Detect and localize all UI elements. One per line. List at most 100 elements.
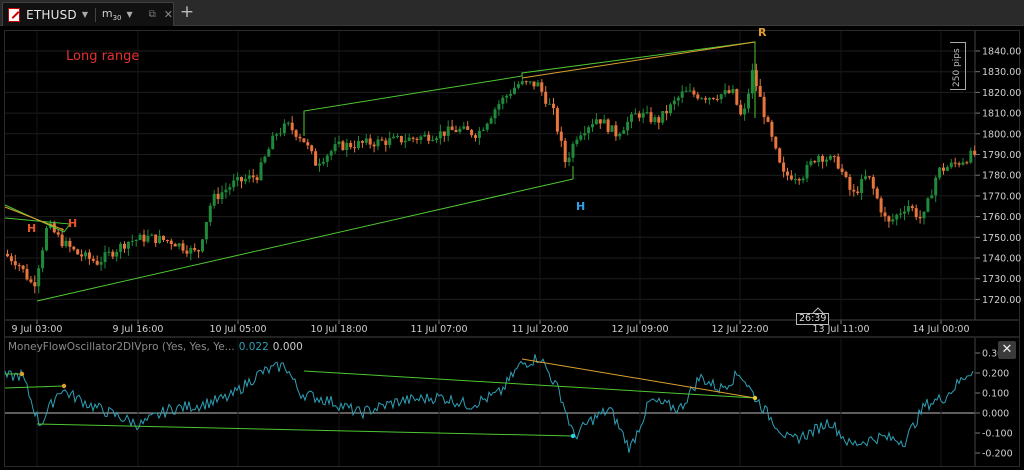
- candle-body: [688, 90, 692, 92]
- candle-body: [949, 162, 953, 168]
- candle-body: [204, 222, 208, 240]
- candle-body: [376, 139, 380, 147]
- time-label: 13 Jul 11:00: [813, 324, 870, 335]
- candle-body: [743, 108, 747, 115]
- candle-body: [692, 90, 696, 95]
- candle-body: [396, 136, 399, 138]
- candle-body: [953, 162, 957, 164]
- candle-body: [60, 234, 64, 247]
- candle-body: [614, 125, 618, 137]
- candle-body: [318, 163, 321, 166]
- candle-body: [477, 130, 481, 138]
- price-label: 1800.00: [982, 129, 1021, 140]
- candle-body: [454, 130, 458, 132]
- candle-body: [630, 114, 633, 122]
- candle-body: [770, 121, 774, 137]
- candle-body: [942, 167, 945, 171]
- candle-body: [801, 178, 805, 181]
- candle-body: [493, 109, 497, 119]
- osc-label: 0.200: [982, 369, 1009, 380]
- candle-body: [423, 134, 427, 137]
- candle-body: [700, 98, 704, 100]
- marker-h-3: H: [576, 200, 586, 213]
- candle-body: [645, 112, 649, 114]
- candle-body: [957, 163, 961, 165]
- candle-body: [965, 162, 969, 164]
- chart-canvas[interactable]: 1840.00 1830.00 1820.00 1810.00 1800.00 1790.…: [0, 0, 1024, 470]
- candle-body: [138, 234, 142, 240]
- trendline-resistance: [303, 41, 756, 136]
- candle-body: [934, 177, 938, 196]
- time-label: 11 Jul 20:00: [512, 324, 569, 335]
- candle-body: [723, 90, 727, 95]
- candle-body: [165, 239, 169, 241]
- candle-body: [364, 138, 368, 143]
- candle-body: [832, 155, 836, 157]
- candle-body: [95, 260, 99, 265]
- candle-body: [918, 217, 922, 219]
- candle-body: [302, 138, 306, 143]
- osc-label: -0.100: [982, 429, 1013, 440]
- candle-body: [130, 240, 134, 242]
- candle-body: [357, 141, 360, 148]
- candle-body: [177, 243, 181, 247]
- candle-body: [715, 98, 719, 100]
- candle-body: [669, 104, 672, 114]
- candle-body: [657, 117, 661, 123]
- candle-body: [126, 241, 130, 249]
- candle-body: [247, 175, 251, 179]
- candle-body: [653, 117, 657, 123]
- candle-body: [618, 133, 622, 137]
- candle-body: [286, 122, 290, 124]
- candle-body: [41, 250, 45, 269]
- candle-body: [825, 159, 828, 162]
- candle-body: [626, 121, 630, 131]
- candle-body: [197, 250, 201, 252]
- candle-body: [325, 155, 329, 162]
- candle-body: [559, 131, 563, 141]
- close-indicator-button[interactable]: ✕: [998, 341, 1016, 359]
- candle-body: [458, 128, 462, 132]
- candle-body: [99, 262, 103, 265]
- candle-body: [438, 131, 442, 139]
- candle-body: [528, 81, 532, 83]
- candle-body: [353, 147, 357, 149]
- candle-body: [134, 239, 138, 241]
- marker-r: R: [758, 26, 767, 39]
- candle-body: [435, 138, 438, 140]
- candle-body: [637, 113, 641, 118]
- candle-body: [216, 193, 220, 200]
- candle-body: [926, 198, 930, 212]
- candle-body: [224, 189, 228, 193]
- candle-body: [76, 249, 80, 255]
- time-label: 10 Jul 18:00: [311, 324, 368, 335]
- candle-body: [544, 91, 548, 104]
- oscillator-line: [4, 354, 974, 453]
- candle-body: [860, 179, 864, 194]
- candle-body: [665, 111, 669, 114]
- candle-body: [797, 178, 801, 181]
- price-label: 1790.00: [982, 150, 1021, 161]
- candle-body: [708, 97, 711, 100]
- time-label: 9 Jul 16:00: [113, 324, 164, 335]
- candle-body: [844, 171, 848, 177]
- candle-body: [470, 129, 474, 136]
- candle-body: [380, 139, 384, 141]
- candle-body: [520, 81, 524, 85]
- candle-body: [945, 167, 949, 171]
- osc-divergence-resistance: [303, 370, 756, 399]
- candle-body: [314, 151, 318, 166]
- candle-body: [228, 187, 232, 190]
- indicator-name: MoneyFlowOscillator2DIVpro (Yes, Yes, Ye…: [8, 341, 235, 353]
- candle-body: [602, 119, 606, 124]
- candle-body: [306, 142, 310, 146]
- candle-body: [762, 96, 766, 118]
- candle-body: [883, 212, 887, 217]
- candle-body: [727, 90, 731, 93]
- candle-body: [80, 254, 84, 257]
- candle-body: [45, 227, 48, 251]
- candle-body: [766, 117, 770, 122]
- candle-body: [33, 282, 37, 287]
- candle-body: [661, 111, 665, 123]
- price-label: 1750.00: [982, 233, 1021, 244]
